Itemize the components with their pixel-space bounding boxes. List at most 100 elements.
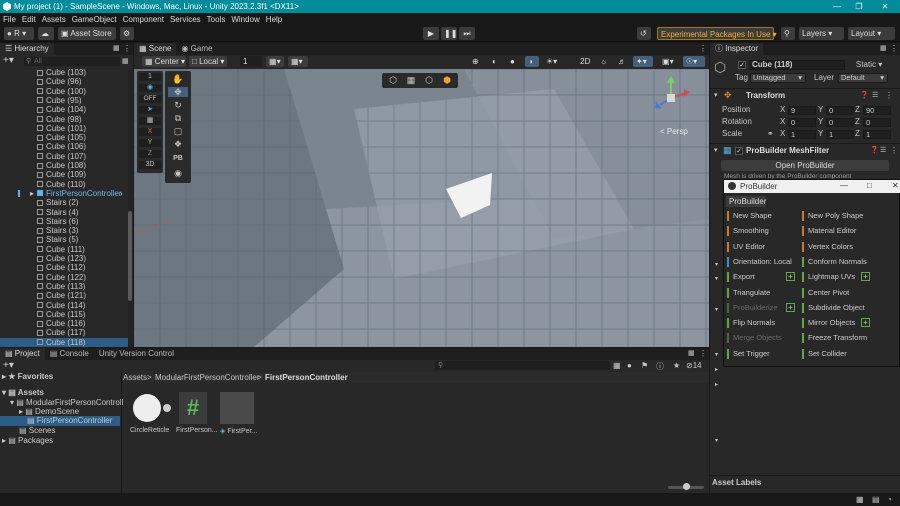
grid-snap-value[interactable]: 1 — [240, 56, 262, 67]
hierarchy-search-input[interactable]: All — [24, 57, 120, 66]
static-dropdown[interactable]: Static ▾ — [856, 60, 882, 69]
probuilder-merge-objects-button[interactable]: Merge Objects — [727, 332, 797, 344]
asset-labels-header[interactable]: Asset Labels — [712, 478, 761, 487]
overlay-off-toggle[interactable]: OFF — [139, 95, 161, 103]
probuilder-material-editor-button[interactable]: Material Editor — [802, 225, 872, 237]
select-mode-toggle[interactable]: ➤ — [139, 106, 161, 114]
scale-y-field[interactable]: 1 — [826, 130, 854, 139]
rotation-y-field[interactable]: 0 — [826, 118, 854, 127]
filter-label-icon[interactable]: ⚑ — [641, 361, 648, 370]
probuilder-flip-normals-button[interactable]: Flip Normals — [727, 317, 797, 329]
object-name-field[interactable]: Cube (118) — [749, 60, 845, 70]
search-button[interactable]: ⚲ — [781, 27, 795, 40]
axis-label-z[interactable]: Z — [855, 129, 860, 139]
hierarchy-item[interactable]: Stairs (6) — [0, 217, 128, 226]
hierarchy-item[interactable]: Cube (122) — [0, 273, 128, 282]
more-icon[interactable]: ⋮ — [890, 146, 898, 155]
asset-store-button[interactable]: ▣ Asset Store — [58, 27, 116, 40]
move-tool[interactable]: ✥ — [168, 87, 188, 97]
lock-icon[interactable]: ▦ — [880, 44, 887, 52]
packages-item[interactable]: ▸ ▤ Packages — [2, 436, 53, 446]
camera-dropdown[interactable]: ▣▾ — [659, 56, 679, 67]
hierarchy-item[interactable]: Cube (98) — [0, 115, 128, 124]
menu-gameobject[interactable]: GameObject — [72, 15, 117, 24]
visibility-toggle[interactable]: ◉ — [139, 84, 161, 92]
hand-tool[interactable]: ✋ — [168, 74, 188, 84]
add-object-button[interactable]: +▾ — [3, 56, 14, 66]
lock-icon[interactable]: ▦ — [688, 349, 695, 357]
axis-label-x[interactable]: X — [780, 117, 785, 127]
hierarchy-item[interactable]: FirstPersonController ▸ › — [0, 189, 128, 198]
axis-label-x[interactable]: X — [780, 129, 785, 139]
menu-help[interactable]: Help — [266, 15, 282, 24]
probuilder-subdivide-object-button[interactable]: Subdivide Object — [802, 302, 872, 314]
expand-arrow-icon[interactable]: ▸ — [30, 189, 34, 198]
probuilder-set-trigger-button[interactable]: Set Trigger — [727, 348, 797, 360]
cloud-button[interactable]: ☁ — [38, 27, 54, 40]
experimental-packages-button[interactable]: Experimental Packages In Use ▾ — [657, 27, 777, 40]
tab-hierarchy[interactable]: ☰ Hierarchy — [0, 43, 54, 55]
maximize-button[interactable]: ❐ — [848, 0, 870, 13]
layout-dropdown[interactable]: Layout ▾ — [848, 27, 895, 40]
transform-header[interactable]: ▾ ✥ Transform ❓ ☰ ⋮ — [710, 90, 900, 102]
scene-viewport[interactable]: 1 ◉ OFF ➤ ▦ X Y Z 3D ✋ ✥ ↻ ⧉ ▢ ❖ PB ◉ ⬡ … — [134, 69, 709, 347]
close-button[interactable]: ✕ — [892, 181, 899, 190]
lighting-toggle[interactable]: ☼ — [597, 56, 611, 67]
layer-dropdown[interactable]: Default ▾ — [838, 73, 888, 83]
axis-label-y[interactable]: Y — [818, 105, 823, 115]
step-button[interactable]: ⏭ — [459, 27, 475, 40]
hierarchy-item[interactable]: Cube (106) — [0, 142, 128, 151]
preset-icon[interactable]: ☰ — [880, 146, 886, 154]
hierarchy-scrollbar-thumb[interactable] — [128, 211, 132, 301]
network-icon[interactable]: ▦ — [856, 495, 864, 504]
more-icon[interactable]: ⋮ — [885, 91, 893, 100]
meshfilter-header[interactable]: ▾ ▦ ✓ ProBuilder MeshFilter ❓ ☰ ⋮ — [710, 145, 900, 157]
hierarchy-item[interactable]: Cube (108) — [0, 161, 128, 170]
hierarchy-item[interactable]: Cube (111) — [0, 245, 128, 254]
position-x-field[interactable]: 9 — [788, 106, 816, 115]
help-icon[interactable]: ❓ — [860, 91, 869, 99]
hierarchy-item[interactable]: Cube (104) — [0, 105, 128, 114]
axis-label-y[interactable]: Y — [818, 129, 823, 139]
layers-dropdown[interactable]: Layers ▾ — [799, 27, 844, 40]
effects-dropdown[interactable]: ✦▾ — [633, 56, 653, 67]
plus-icon[interactable]: + — [861, 318, 870, 328]
hierarchy-item[interactable]: Cube (116) — [0, 319, 128, 328]
lock-toggle[interactable]: ▦ — [139, 117, 161, 125]
history-button[interactable]: ↺ — [637, 27, 651, 40]
probuilder-vertex-colors-button[interactable]: Vertex Colors — [802, 241, 872, 253]
menu-assets[interactable]: Assets — [42, 15, 66, 24]
hierarchy-item[interactable]: Cube (109) — [0, 170, 128, 179]
scale-x-field[interactable]: 1 — [788, 130, 816, 139]
probuilder-conform-normals-button[interactable]: Conform Normals — [802, 256, 872, 268]
transform-tool[interactable]: ❖ — [168, 139, 188, 149]
probuilder-uv-editor-button[interactable]: UV Editor — [727, 241, 797, 253]
edge-mode-button[interactable]: ⬡ — [422, 75, 436, 86]
asset-item[interactable]: # FirstPerson... — [176, 392, 218, 434]
hierarchy-item[interactable]: Cube (115) — [0, 310, 128, 319]
tab-scene[interactable]: ▦ Scene — [134, 43, 177, 55]
account-button[interactable]: ● R ▾ — [4, 27, 34, 40]
active-checkbox[interactable]: ✓ — [738, 61, 746, 69]
breadcrumb-item[interactable]: FirstPersonController — [265, 373, 348, 383]
hierarchy-item[interactable]: Stairs (3) — [0, 226, 128, 235]
menu-edit[interactable]: Edit — [22, 15, 36, 24]
minimize-button[interactable]: — — [826, 0, 848, 13]
scale-z-field[interactable]: 1 — [863, 130, 891, 139]
tree-item-selected[interactable]: ▤ FirstPersonController — [0, 416, 120, 426]
face-mode-button[interactable]: ⬢ — [440, 75, 454, 86]
hierarchy-item[interactable]: Cube (123) — [0, 254, 128, 263]
hierarchy-item[interactable]: Stairs (5) — [0, 235, 128, 244]
pause-button[interactable]: ❚❚ — [441, 27, 457, 40]
gizmos-dropdown[interactable]: ☉▾ — [683, 56, 705, 67]
hierarchy-item[interactable]: Cube (95) — [0, 96, 128, 105]
render-mode-wire[interactable]: ◐ — [489, 56, 503, 67]
menu-tools[interactable]: Tools — [207, 15, 226, 24]
axis-x-toggle[interactable]: X — [139, 128, 161, 136]
icon-size-slider-thumb[interactable] — [683, 483, 690, 490]
scene-search-icon[interactable]: ▦ — [613, 361, 621, 370]
maximize-button[interactable]: □ — [867, 181, 872, 190]
tag-dropdown[interactable]: Untagged ▾ — [750, 73, 806, 83]
probuilder-new-shape-button[interactable]: New Shape — [727, 210, 797, 222]
filter-type-icon[interactable]: ● — [627, 361, 632, 370]
